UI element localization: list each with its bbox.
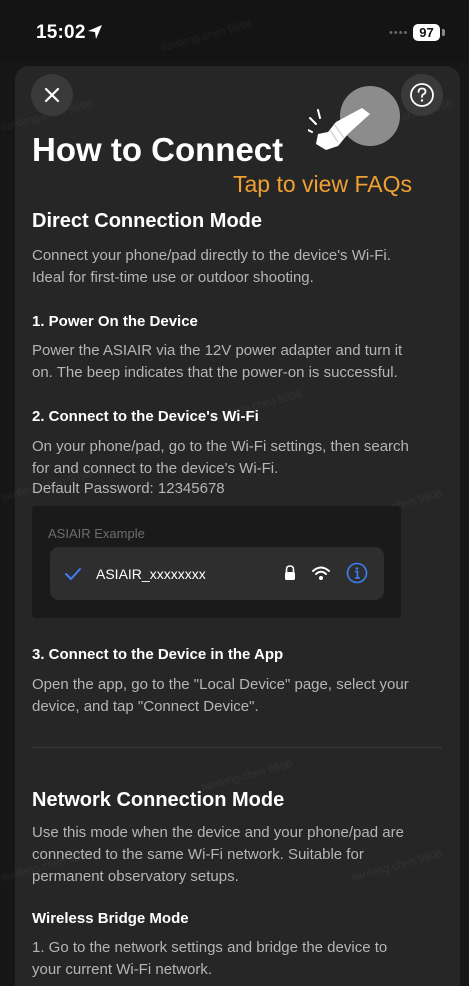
checkmark-icon <box>65 568 81 580</box>
step-text-line: your current Wi-Fi network. <box>32 961 213 978</box>
step-text-line: device, and tap "Connect Device". <box>32 698 259 715</box>
direct-intro-line: Connect your phone/pad directly to the d… <box>32 247 391 264</box>
step-title: 1. Power On the Device <box>32 313 198 330</box>
signal-icon: •••• <box>389 27 409 39</box>
step-text-line: Open the app, go to the "Local Device" p… <box>32 676 409 693</box>
step-text-line: Power the ASIAIR via the 12V power adapt… <box>32 342 403 359</box>
question-circle-icon <box>410 83 434 107</box>
section-heading-network: Network Connection Mode <box>32 789 285 811</box>
step-text-line: for and connect to the device's Wi-Fi. <box>32 460 279 477</box>
step-text-line: On your phone/pad, go to the Wi-Fi setti… <box>32 438 409 455</box>
lock-icon <box>285 565 295 580</box>
direct-intro-line: Ideal for first-time use or outdoor shoo… <box>32 269 314 286</box>
wifi-icon <box>312 566 330 580</box>
step-title: 3. Connect to the Device in the App <box>32 646 284 663</box>
battery-icon: 97 <box>413 24 440 41</box>
section-heading-direct: Direct Connection Mode <box>32 210 263 232</box>
info-icon <box>346 562 368 584</box>
network-intro-line: Use this mode when the device and your p… <box>32 824 404 841</box>
network-intro-line: permanent observatory setups. <box>32 868 239 885</box>
example-label: ASIAIR Example <box>48 526 145 541</box>
status-time: 15:02 <box>36 22 86 43</box>
page-title: How to Connect <box>32 131 284 168</box>
status-bar: 15:02 •••• 97 <box>0 0 469 62</box>
faq-hint[interactable]: Tap to view FAQs <box>233 171 412 198</box>
step-title: 2. Connect to the Device's Wi-Fi <box>32 408 259 425</box>
help-button[interactable] <box>401 74 443 116</box>
section-divider <box>32 747 442 748</box>
wifi-network-name: ASIAIR_xxxxxxxx <box>96 566 206 582</box>
default-password: Default Password: 12345678 <box>32 480 225 497</box>
location-arrow-icon <box>88 25 102 39</box>
tap-hand-icon <box>308 108 370 150</box>
close-button[interactable] <box>31 74 73 116</box>
close-icon <box>44 87 60 103</box>
battery-cap <box>442 29 445 36</box>
step-text-line: on. The beep indicates that the power-on… <box>32 364 398 381</box>
network-intro-line: connected to the same Wi-Fi network. Sui… <box>32 846 364 863</box>
sub-heading-wireless-bridge: Wireless Bridge Mode <box>32 910 189 927</box>
step-text-line: 1. Go to the network settings and bridge… <box>32 939 388 956</box>
